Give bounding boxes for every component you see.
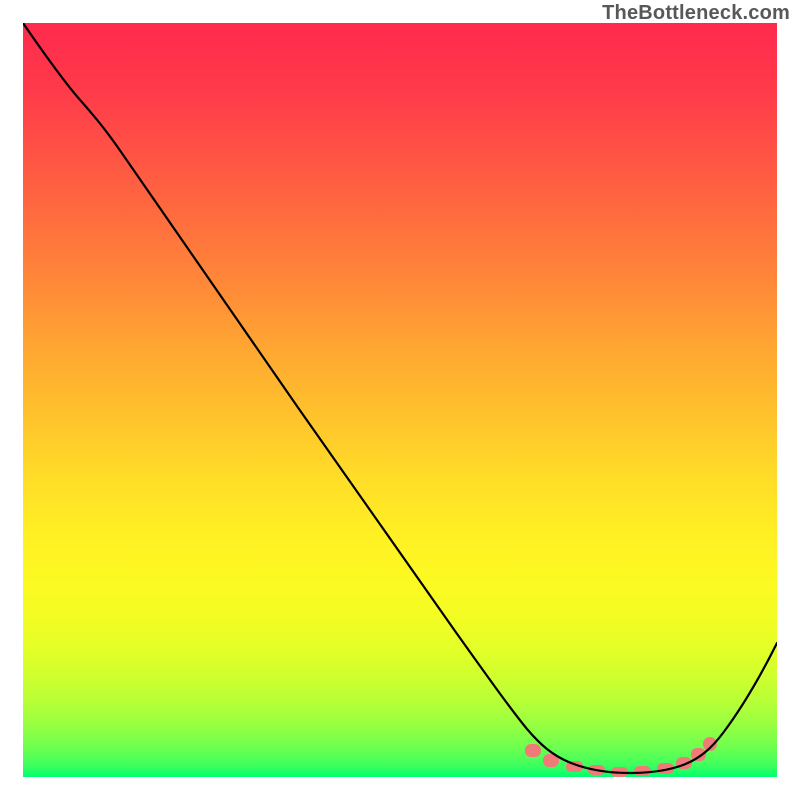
- plot-area: [23, 23, 777, 777]
- optimal-band-markers: [525, 737, 717, 777]
- bottleneck-curve: [23, 23, 777, 773]
- watermark-text: TheBottleneck.com: [602, 2, 790, 25]
- chart-stage: TheBottleneck.com: [0, 0, 800, 800]
- chart-svg: [23, 23, 777, 777]
